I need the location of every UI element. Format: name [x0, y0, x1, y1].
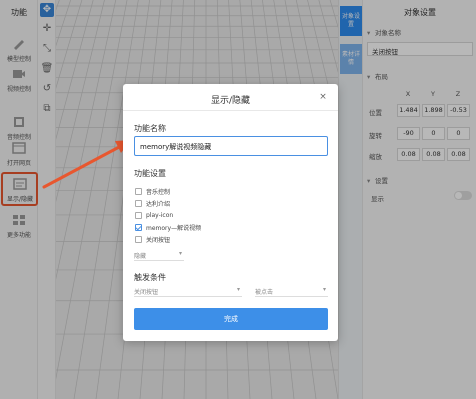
done-button[interactable]: 完成 — [134, 308, 328, 330]
trigger-label: 触发条件 — [134, 273, 166, 282]
function-name-label: 功能名称 — [134, 124, 166, 133]
chevron-down-icon: ▾ — [236, 286, 240, 293]
option-checkbox[interactable]: 达利介绍 — [135, 199, 170, 208]
checkbox[interactable] — [135, 200, 142, 207]
option-checkbox[interactable]: play-icon — [135, 211, 173, 220]
select-value: 隐藏 — [134, 253, 147, 260]
select-value: 关闭按钮 — [134, 289, 159, 296]
checkbox-checked[interactable] — [135, 224, 142, 231]
chevron-down-icon: ▾ — [178, 250, 182, 257]
dialog-divider — [123, 110, 338, 111]
checkbox[interactable] — [135, 212, 142, 219]
option-label: 达利介绍 — [146, 201, 171, 208]
trigger-event-select[interactable]: 被点击 ▾ — [255, 286, 328, 297]
option-label: 音乐控制 — [146, 189, 171, 196]
close-icon[interactable]: × — [318, 92, 328, 102]
trigger-object-select[interactable]: 关闭按钮 ▾ — [134, 286, 242, 297]
option-checkbox[interactable]: 关闭按钮 — [135, 235, 170, 244]
checkbox[interactable] — [135, 236, 142, 243]
action-select[interactable]: 隐藏 ▾ — [134, 250, 184, 261]
checkbox[interactable] — [135, 188, 142, 195]
chevron-down-icon: ▾ — [322, 286, 326, 293]
option-label: 关闭按钮 — [146, 237, 171, 244]
dialog-title: 显示/隐藏 — [210, 96, 251, 106]
select-value: 被点击 — [255, 289, 274, 296]
option-label: memory—解说视频 — [146, 225, 202, 232]
show-hide-dialog: 显示/隐藏 × 功能名称 memory解说视频隐藏 功能设置 音乐控制 达利介绍… — [123, 84, 338, 341]
option-checkbox[interactable]: 音乐控制 — [135, 187, 170, 196]
function-settings-label: 功能设置 — [134, 169, 166, 178]
option-checkbox[interactable]: memory—解说视频 — [135, 223, 201, 232]
function-name-input[interactable]: memory解说视频隐藏 — [134, 136, 328, 156]
option-label: play-icon — [146, 212, 174, 219]
